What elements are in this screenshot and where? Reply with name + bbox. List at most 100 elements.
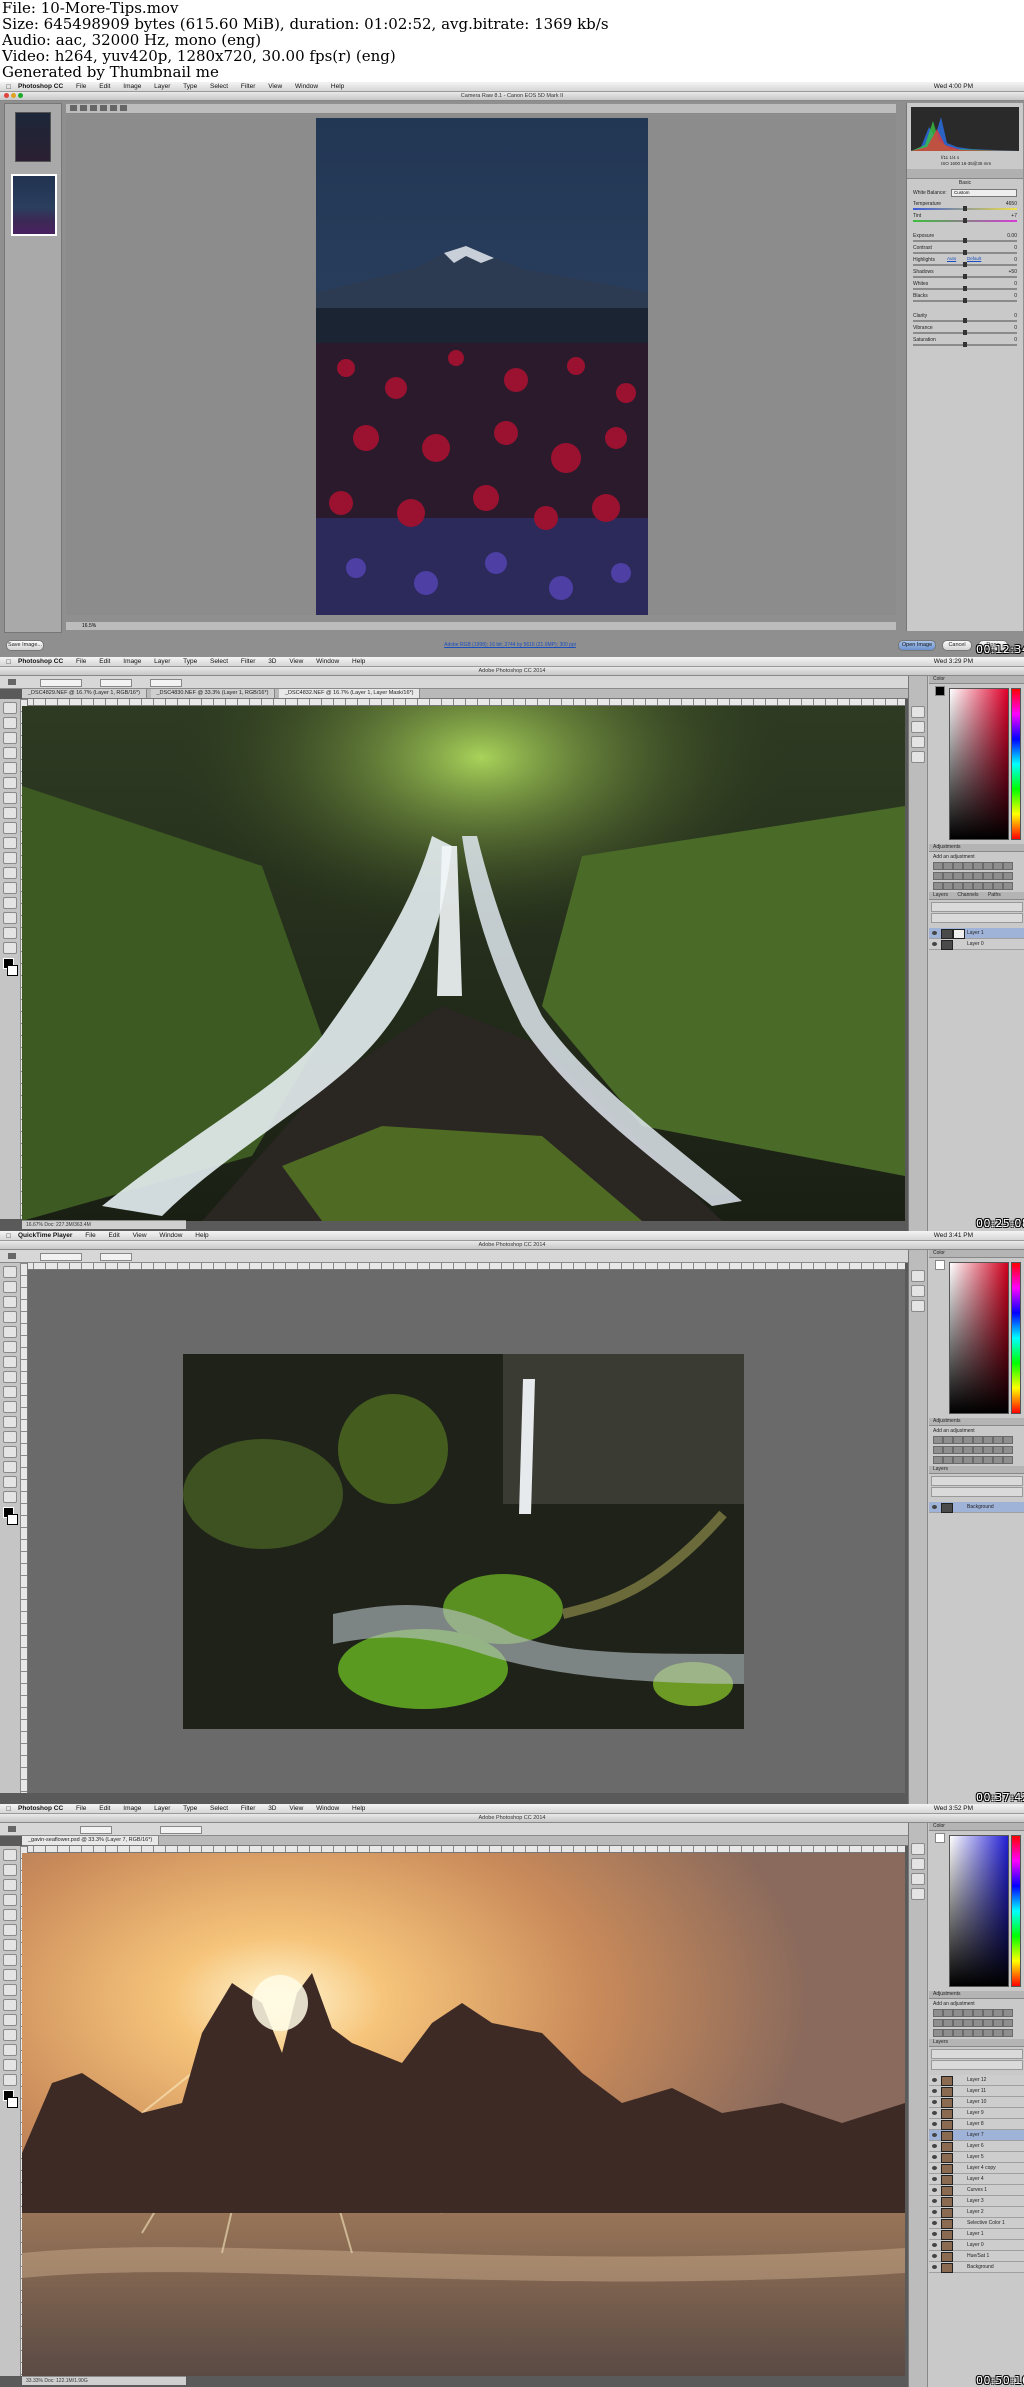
marquee-preset-icon[interactable] <box>8 1826 16 1832</box>
visibility-eye-icon[interactable] <box>932 2232 937 2236</box>
brush-tool-icon[interactable] <box>110 105 117 111</box>
visibility-eye-icon[interactable] <box>932 2265 937 2269</box>
layer-row[interactable]: Hue/Sat 1 <box>929 2251 1024 2262</box>
apple-icon[interactable]:  <box>6 83 11 92</box>
layer-row[interactable]: Background <box>929 1502 1024 1513</box>
visibility-eye-icon[interactable] <box>932 2133 937 2137</box>
slider-value[interactable]: 0 <box>1014 245 1017 251</box>
visibility-eye-icon[interactable] <box>932 2243 937 2247</box>
healing-tool-icon[interactable] <box>3 1356 17 1368</box>
open-image-button[interactable]: Open Image <box>898 640 936 651</box>
character-panel-icon[interactable] <box>911 751 925 763</box>
layer-filter-row[interactable] <box>931 902 1023 912</box>
save-image-button[interactable]: Save Image... <box>6 640 44 651</box>
healing-tool-icon[interactable] <box>3 1939 17 1951</box>
window-controls[interactable] <box>4 93 25 101</box>
history-brush-icon[interactable] <box>3 837 17 849</box>
visibility-eye-icon[interactable] <box>932 2188 937 2192</box>
slider-track[interactable] <box>913 218 1017 223</box>
properties-panel-icon[interactable] <box>911 1285 925 1297</box>
character-panel-icon[interactable] <box>911 1888 925 1900</box>
slider-track[interactable] <box>913 286 1017 291</box>
visibility-eye-icon[interactable] <box>932 2100 937 2104</box>
layer-filter-row[interactable] <box>931 2049 1023 2059</box>
menu-window[interactable]: Window <box>316 1805 339 1812</box>
menu-filter[interactable]: Filter <box>241 83 255 90</box>
slider-value[interactable]: 4650 <box>1006 201 1017 207</box>
layer-row[interactable]: Layer 4 copy <box>929 2163 1024 2174</box>
menu-3d[interactable]: 3D <box>268 1805 276 1812</box>
adjustment-icons[interactable] <box>933 862 1013 890</box>
zoom-level[interactable]: 16.5% <box>82 622 96 630</box>
lasso-tool-icon[interactable] <box>3 732 17 744</box>
type-tool-icon[interactable] <box>3 2044 17 2056</box>
menu-layer[interactable]: Layer <box>154 83 170 90</box>
crop-tool-icon[interactable] <box>3 762 17 774</box>
pen-tool-icon[interactable] <box>3 897 17 909</box>
zoom-tool-icon[interactable] <box>3 2074 17 2086</box>
menu-type[interactable]: Type <box>183 1805 197 1812</box>
menu-edit[interactable]: Edit <box>99 83 110 90</box>
dodge-tool-icon[interactable] <box>3 1431 17 1443</box>
cancel-button[interactable]: Cancel <box>942 640 972 651</box>
panel-tab-basic[interactable]: Basic <box>907 180 1023 186</box>
history-panel-icon[interactable] <box>911 1843 925 1855</box>
apple-icon[interactable]:  <box>6 1232 11 1241</box>
white-balance-tool-icon[interactable] <box>90 105 97 111</box>
slider-value[interactable]: 0 <box>1014 257 1017 263</box>
layer-row[interactable]: Selective Color 1 <box>929 2218 1024 2229</box>
layers-tab[interactable]: Layers <box>929 2039 1024 2047</box>
foreground-swatch[interactable] <box>935 1833 945 1843</box>
doc-tab-1[interactable]: _DSC4829.NEF @ 16.7% (Layer 1, RGB/16*) <box>22 689 147 698</box>
menu-file[interactable]: File <box>76 83 86 90</box>
slider-track[interactable] <box>913 318 1017 323</box>
menu-image[interactable]: Image <box>123 1805 141 1812</box>
zoom-tool-icon[interactable] <box>70 105 77 111</box>
visibility-eye-icon[interactable] <box>932 2221 937 2225</box>
move-tool-icon[interactable] <box>3 1266 17 1278</box>
blend-mode-row[interactable] <box>931 2060 1023 2070</box>
slider-thumb[interactable] <box>963 238 967 243</box>
layers-tab[interactable]: Layers <box>929 1466 1024 1474</box>
doc-tab-2[interactable]: _DSC4830.NEF @ 33.3% (Layer 1, RGB/16*) <box>150 689 276 698</box>
menu-edit[interactable]: Edit <box>99 658 110 665</box>
layers-tab[interactable]: Layers Channels Paths <box>929 892 1024 900</box>
brush-tool-icon[interactable] <box>3 1954 17 1966</box>
brush-panel-icon[interactable] <box>911 736 925 748</box>
foreground-swatch[interactable] <box>935 1260 945 1270</box>
eraser-tool-icon[interactable] <box>3 1984 17 1996</box>
blend-mode-row[interactable] <box>931 913 1023 923</box>
layer-row[interactable]: Layer 6 <box>929 2141 1024 2152</box>
menu-type[interactable]: Type <box>183 658 197 665</box>
menu-help[interactable]: Help <box>352 1805 365 1812</box>
dodge-tool-icon[interactable] <box>3 2014 17 2026</box>
workflow-options-link[interactable]: Adobe RGB (1998); 16 bit; 3744 by 5616 (… <box>300 642 720 648</box>
app-name[interactable]: QuickTime Player <box>18 1232 72 1239</box>
gradient-tool-icon[interactable] <box>3 1416 17 1428</box>
type-tool-icon[interactable] <box>3 912 17 924</box>
hand-tool-icon[interactable] <box>3 927 17 939</box>
menu-layer[interactable]: Layer <box>154 658 170 665</box>
foreground-swatch[interactable] <box>935 686 945 696</box>
pen-tool-icon[interactable] <box>3 1446 17 1458</box>
wb-select[interactable]: Custom <box>951 189 1017 197</box>
menu-window[interactable]: Window <box>295 83 318 90</box>
menu-window[interactable]: Window <box>159 1232 182 1239</box>
filmstrip-thumb-2[interactable] <box>11 174 57 236</box>
layer-row[interactable]: Layer 8 <box>929 2119 1024 2130</box>
history-panel-icon[interactable] <box>911 706 925 718</box>
layer-row[interactable]: Layer 12 <box>929 2075 1024 2086</box>
slider-track[interactable] <box>913 330 1017 335</box>
mode-select[interactable] <box>40 679 82 687</box>
menu-help[interactable]: Help <box>331 83 344 90</box>
rotate-icon[interactable] <box>120 105 127 111</box>
slider-track[interactable] <box>913 298 1017 303</box>
slider-thumb[interactable] <box>963 286 967 291</box>
visibility-eye-icon[interactable] <box>932 2155 937 2159</box>
eraser-tool-icon[interactable] <box>3 1401 17 1413</box>
slider-value[interactable]: 0 <box>1014 313 1017 319</box>
quick-select-tool-icon[interactable] <box>3 1894 17 1906</box>
app-name[interactable]: Photoshop CC <box>18 83 63 90</box>
flow-field[interactable] <box>150 679 182 687</box>
visibility-eye-icon[interactable] <box>932 2177 937 2181</box>
